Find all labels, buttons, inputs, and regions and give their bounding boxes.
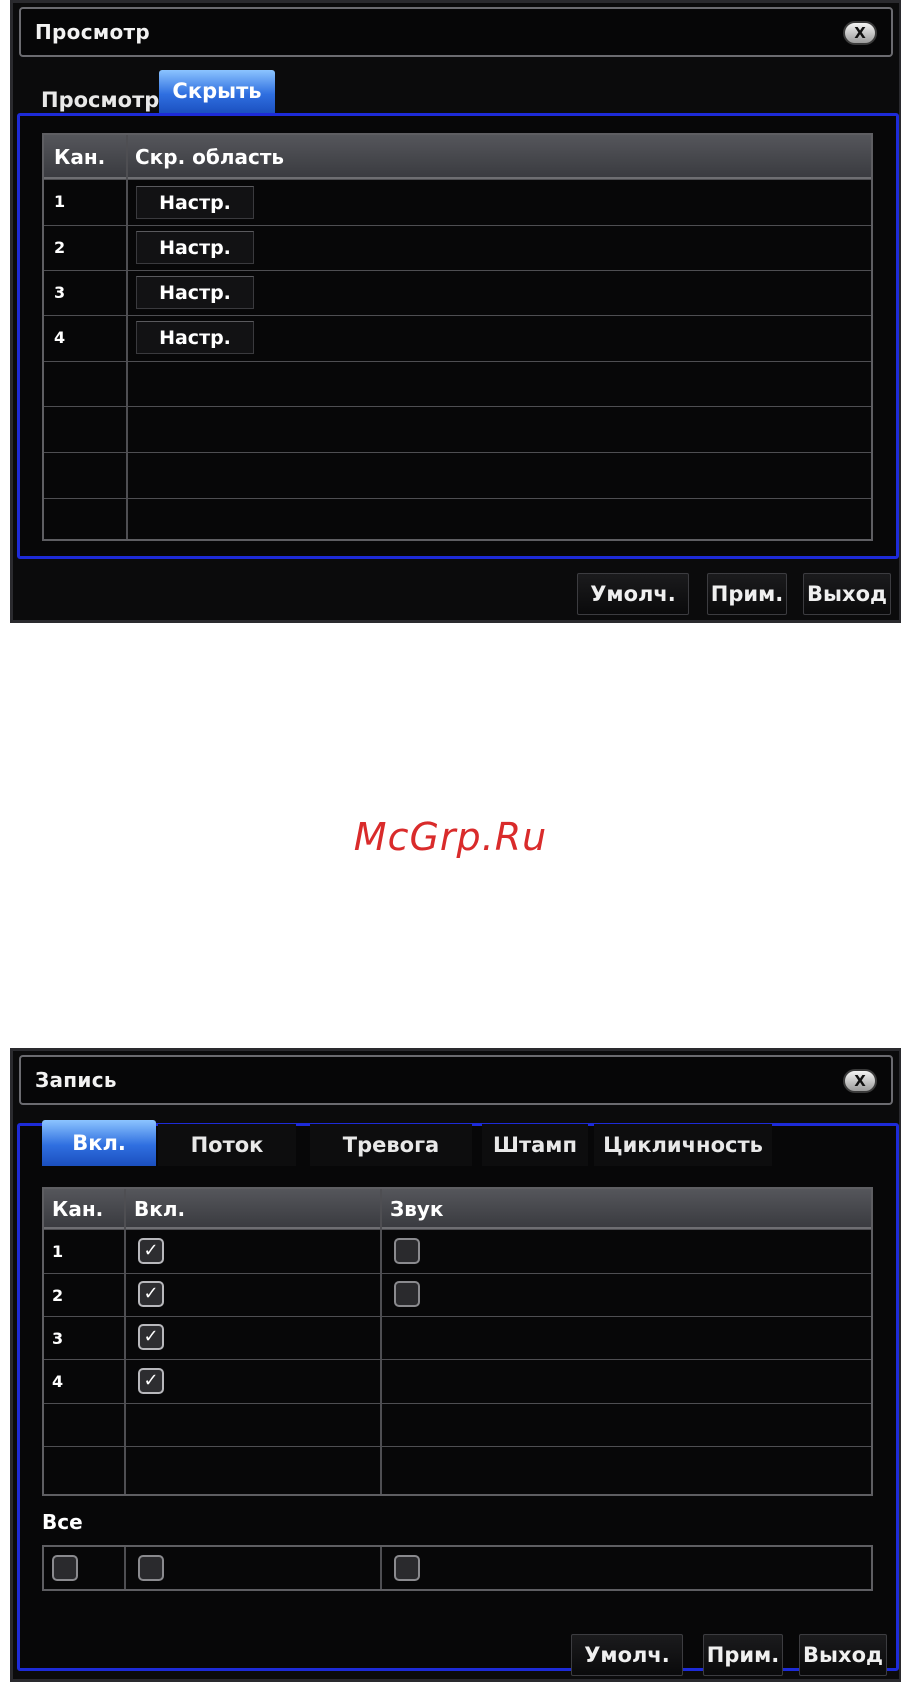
enable-checkbox-ch2[interactable]: ✓ <box>138 1281 164 1307</box>
all-label: Все <box>42 1510 83 1534</box>
apply-button[interactable]: Прим. <box>707 573 787 615</box>
all-channels-row <box>42 1545 873 1591</box>
exit-button[interactable]: Выход <box>803 573 891 615</box>
exit-button[interactable]: Выход <box>799 1634 887 1676</box>
column-divider <box>380 1547 382 1589</box>
close-button[interactable]: X <box>843 1069 877 1093</box>
table-row: 3 ✓ <box>44 1316 871 1359</box>
channel-number: 2 <box>52 1286 64 1305</box>
audio-all-checkbox[interactable] <box>394 1555 420 1581</box>
table-row: 2 Настр. <box>44 225 871 270</box>
screen-preview-dialog: Просмотр X Просмотр Скрыть Кан. Скр. обл… <box>10 0 901 623</box>
channel-number: 4 <box>54 328 66 347</box>
setup-button-ch3[interactable]: Настр. <box>136 276 254 309</box>
settings-panel: Вкл. Поток Тревога Штамп Цикличность Кан… <box>17 1120 899 1671</box>
table-header: Кан. Вкл. Звук <box>44 1189 871 1229</box>
tab-alarm[interactable]: Тревога <box>310 1124 472 1166</box>
default-button[interactable]: Умолч. <box>571 1634 683 1676</box>
table-row: 1 Настр. <box>44 179 871 225</box>
audio-checkbox-ch1[interactable] <box>394 1238 420 1264</box>
dialog-title: Просмотр <box>35 20 151 44</box>
table-row: 2 ✓ <box>44 1273 871 1316</box>
screen-record-dialog: Запись X Вкл. Поток Тревога Штамп Циклич… <box>10 1048 901 1682</box>
apply-button[interactable]: Прим. <box>703 1634 783 1676</box>
mask-table: Кан. Скр. область 1 Настр. 2 Настр. 3 На… <box>42 133 873 541</box>
table-row <box>44 498 871 539</box>
tab-stream[interactable]: Поток <box>158 1124 296 1166</box>
setup-button-ch1[interactable]: Настр. <box>136 186 254 219</box>
tab-hide[interactable]: Скрыть <box>159 70 275 114</box>
default-button[interactable]: Умолч. <box>577 573 689 615</box>
channel-number: 1 <box>54 192 66 211</box>
table-row <box>44 1446 871 1494</box>
table-row <box>44 452 871 498</box>
column-divider <box>124 1547 126 1589</box>
table-row: 4 ✓ <box>44 1359 871 1403</box>
enable-checkbox-ch1[interactable]: ✓ <box>138 1238 164 1264</box>
setup-button-ch4[interactable]: Настр. <box>136 321 254 354</box>
column-header-audio: Звук <box>390 1197 444 1221</box>
table-row <box>44 1403 871 1446</box>
tab-cycle[interactable]: Цикличность <box>594 1124 772 1166</box>
column-header-channel: Кан. <box>54 145 106 169</box>
channel-number: 3 <box>52 1329 64 1348</box>
table-row: 3 Настр. <box>44 270 871 315</box>
settings-panel: Кан. Скр. область 1 Настр. 2 Настр. 3 На… <box>17 113 899 559</box>
tab-stamp[interactable]: Штамп <box>482 1124 588 1166</box>
enable-checkbox-ch4[interactable]: ✓ <box>138 1368 164 1394</box>
close-button[interactable]: X <box>843 21 877 45</box>
dialog-title: Запись <box>35 1068 117 1092</box>
column-header-mask-area: Скр. область <box>135 145 285 169</box>
channel-number: 4 <box>52 1372 64 1391</box>
table-row <box>44 406 871 452</box>
column-header-channel: Кан. <box>52 1197 104 1221</box>
table-row: 1 ✓ <box>44 1229 871 1273</box>
table-header: Кан. Скр. область <box>44 135 871 179</box>
table-row: 4 Настр. <box>44 315 871 361</box>
column-header-enable: Вкл. <box>134 1197 186 1221</box>
channel-number: 2 <box>54 238 66 257</box>
title-bar: Просмотр X <box>19 7 893 57</box>
enable-checkbox-ch3[interactable]: ✓ <box>138 1324 164 1350</box>
table-row <box>44 361 871 406</box>
record-table: Кан. Вкл. Звук 1 ✓ 2 ✓ 3 ✓ 4 ✓ <box>42 1187 873 1496</box>
enable-all-checkbox[interactable] <box>138 1555 164 1581</box>
setup-button-ch2[interactable]: Настр. <box>136 231 254 264</box>
channel-number: 3 <box>54 283 66 302</box>
watermark-text: McGrp.Ru <box>353 815 548 859</box>
title-bar: Запись X <box>19 1055 893 1105</box>
select-all-channels-checkbox[interactable] <box>52 1555 78 1581</box>
channel-number: 1 <box>52 1242 64 1261</box>
tab-enable[interactable]: Вкл. <box>42 1120 156 1166</box>
audio-checkbox-ch2[interactable] <box>394 1281 420 1307</box>
